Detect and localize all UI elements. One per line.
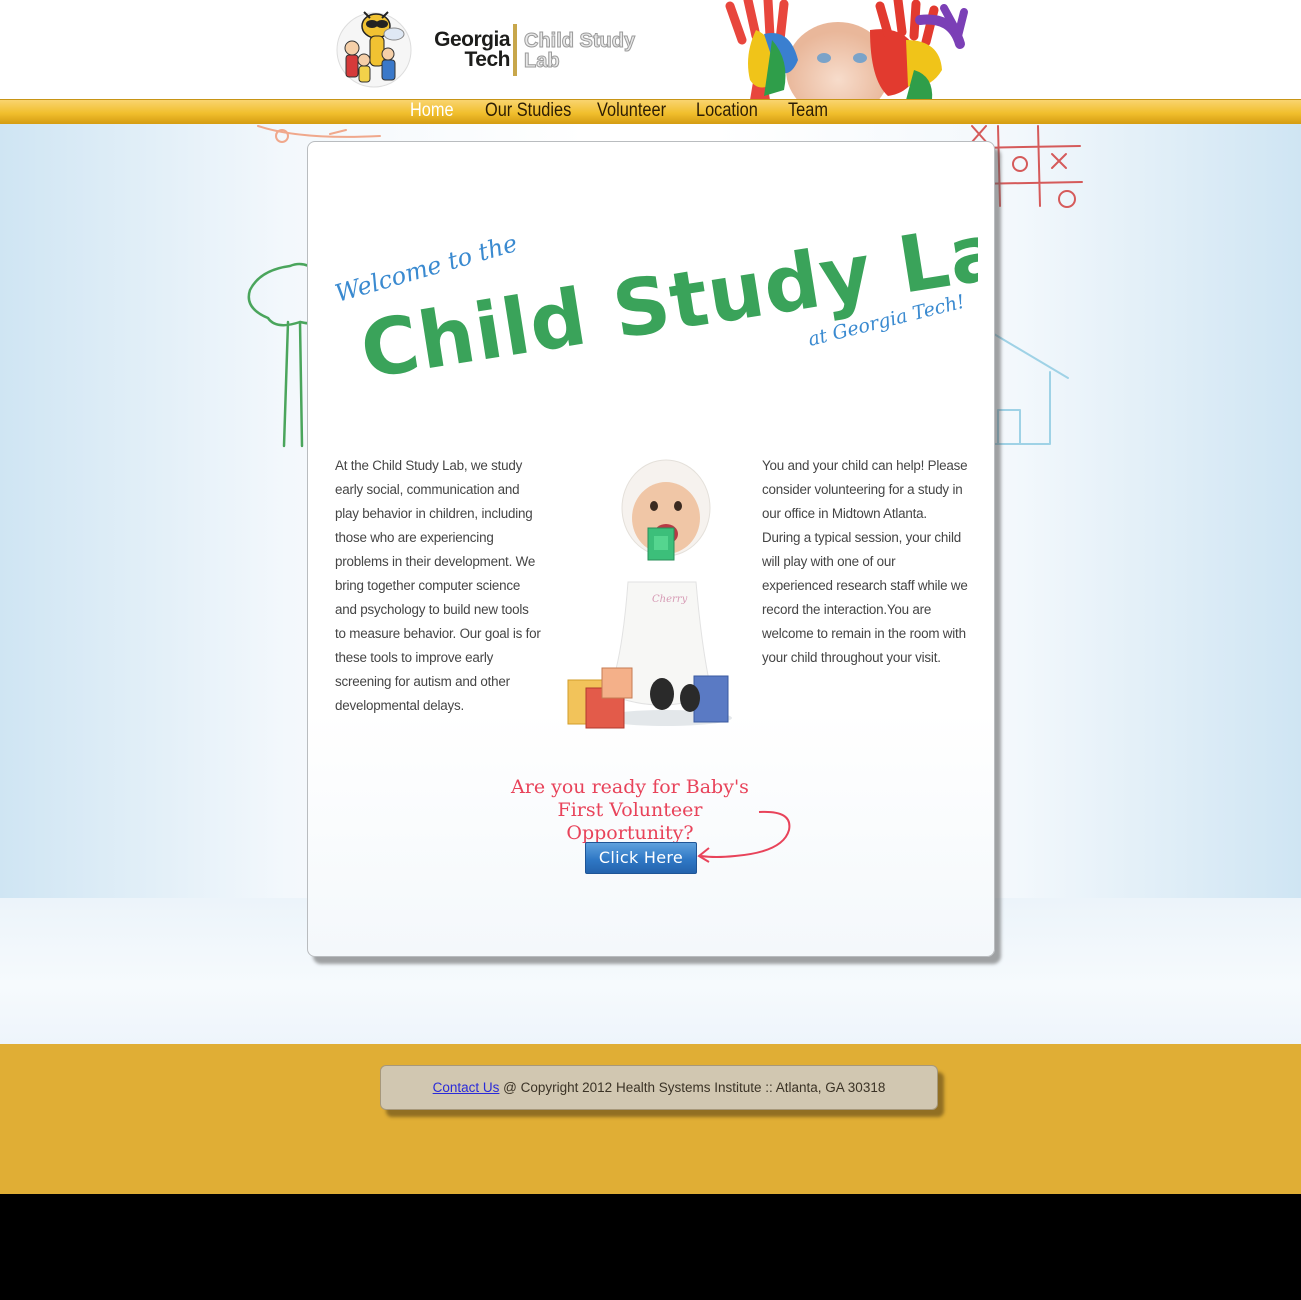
child-study-lab-title: Child Study Lab bbox=[355, 198, 978, 397]
welcome-title-graphic: Welcome to the Child Study Lab at Georgi… bbox=[332, 198, 978, 397]
bottom-empty-area bbox=[0, 1194, 1301, 1300]
baby-shirt-text: Cherry bbox=[652, 594, 688, 605]
contact-us-link[interactable]: Contact Us bbox=[433, 1080, 500, 1095]
baby-with-blocks-image: Cherry bbox=[567, 459, 732, 729]
click-here-button[interactable]: Click Here bbox=[585, 842, 697, 874]
cta-line-1: Are you ready for Baby's bbox=[511, 776, 749, 798]
intro-left-paragraph: At the Child Study Lab, we study early s… bbox=[335, 458, 541, 713]
copyright-text: @ Copyright 2012 Health Systems Institut… bbox=[499, 1080, 886, 1095]
curved-arrow-icon bbox=[697, 810, 791, 863]
footer-info-box: Contact Us @ Copyright 2012 Health Syste… bbox=[380, 1065, 938, 1110]
intro-right-paragraph: You and your child can help! Please cons… bbox=[762, 458, 968, 665]
